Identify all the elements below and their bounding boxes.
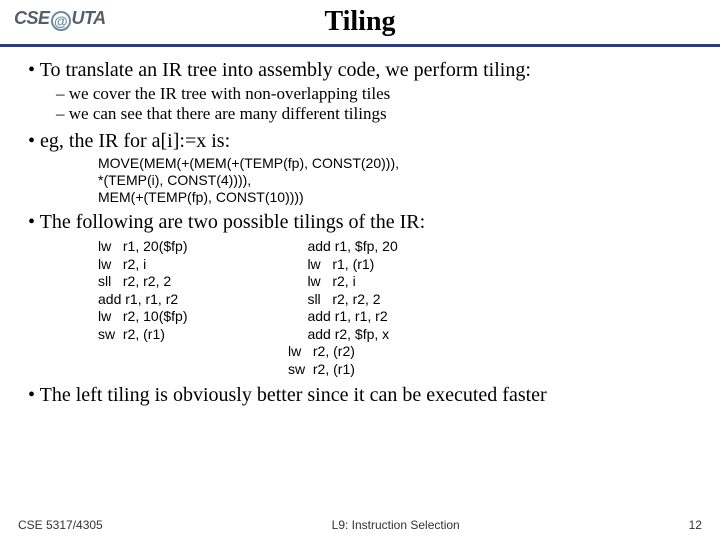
ir-line-1: MOVE(MEM(+(MEM(+(TEMP(fp), CONST(20))), — [98, 155, 702, 172]
bullet-2-text: eg, the IR for a[i]:=x is: — [40, 130, 230, 152]
content: To translate an IR tree into assembly co… — [18, 59, 702, 407]
page-number: 12 — [689, 518, 702, 532]
footer-course: CSE 5317/4305 — [18, 518, 103, 532]
tilings-container: lw r1, 20($fp) lw r2, i sll r2, r2, 2 ad… — [28, 238, 702, 378]
logo-text-left: CSE — [14, 8, 50, 28]
footer: CSE 5317/4305 L9: Instruction Selection … — [18, 518, 702, 532]
bullet-3: The following are two possible tilings o… — [28, 211, 702, 378]
footer-lecture: L9: Instruction Selection — [332, 518, 460, 532]
logo-text-right: UTA — [72, 8, 106, 28]
bullet-1: To translate an IR tree into assembly co… — [28, 59, 702, 124]
bullet-list: To translate an IR tree into assembly co… — [18, 59, 702, 407]
title-rule — [0, 44, 720, 47]
bullet-3-text: The following are two possible tilings o… — [40, 211, 426, 233]
tiling-left: lw r1, 20($fp) lw r2, i sll r2, r2, 2 ad… — [98, 238, 288, 378]
bullet-2: eg, the IR for a[i]:=x is: MOVE(MEM(+(ME… — [28, 130, 702, 205]
page-title: Tiling — [18, 0, 702, 44]
bullet-1-sub1: we cover the IR tree with non-overlappin… — [56, 84, 702, 104]
at-icon: @ — [51, 11, 71, 31]
tiling-right: add r1, $fp, 20 lw r1, (r1) lw r2, i sll… — [288, 238, 398, 378]
ir-line-2: *(TEMP(i), CONST(4)))), — [98, 172, 702, 189]
bullet-1-sublist: we cover the IR tree with non-overlappin… — [28, 84, 702, 124]
ir-code: MOVE(MEM(+(MEM(+(TEMP(fp), CONST(20))), … — [28, 155, 702, 205]
bullet-4: The left tiling is obviously better sinc… — [28, 384, 702, 407]
ir-line-3: MEM(+(TEMP(fp), CONST(10)))) — [98, 189, 702, 206]
bullet-1-text: To translate an IR tree into assembly co… — [40, 59, 531, 81]
slide: CSE@UTA Tiling To translate an IR tree i… — [0, 0, 720, 540]
logo: CSE@UTA — [14, 8, 106, 31]
bullet-1-sub2: we can see that there are many different… — [56, 104, 702, 124]
